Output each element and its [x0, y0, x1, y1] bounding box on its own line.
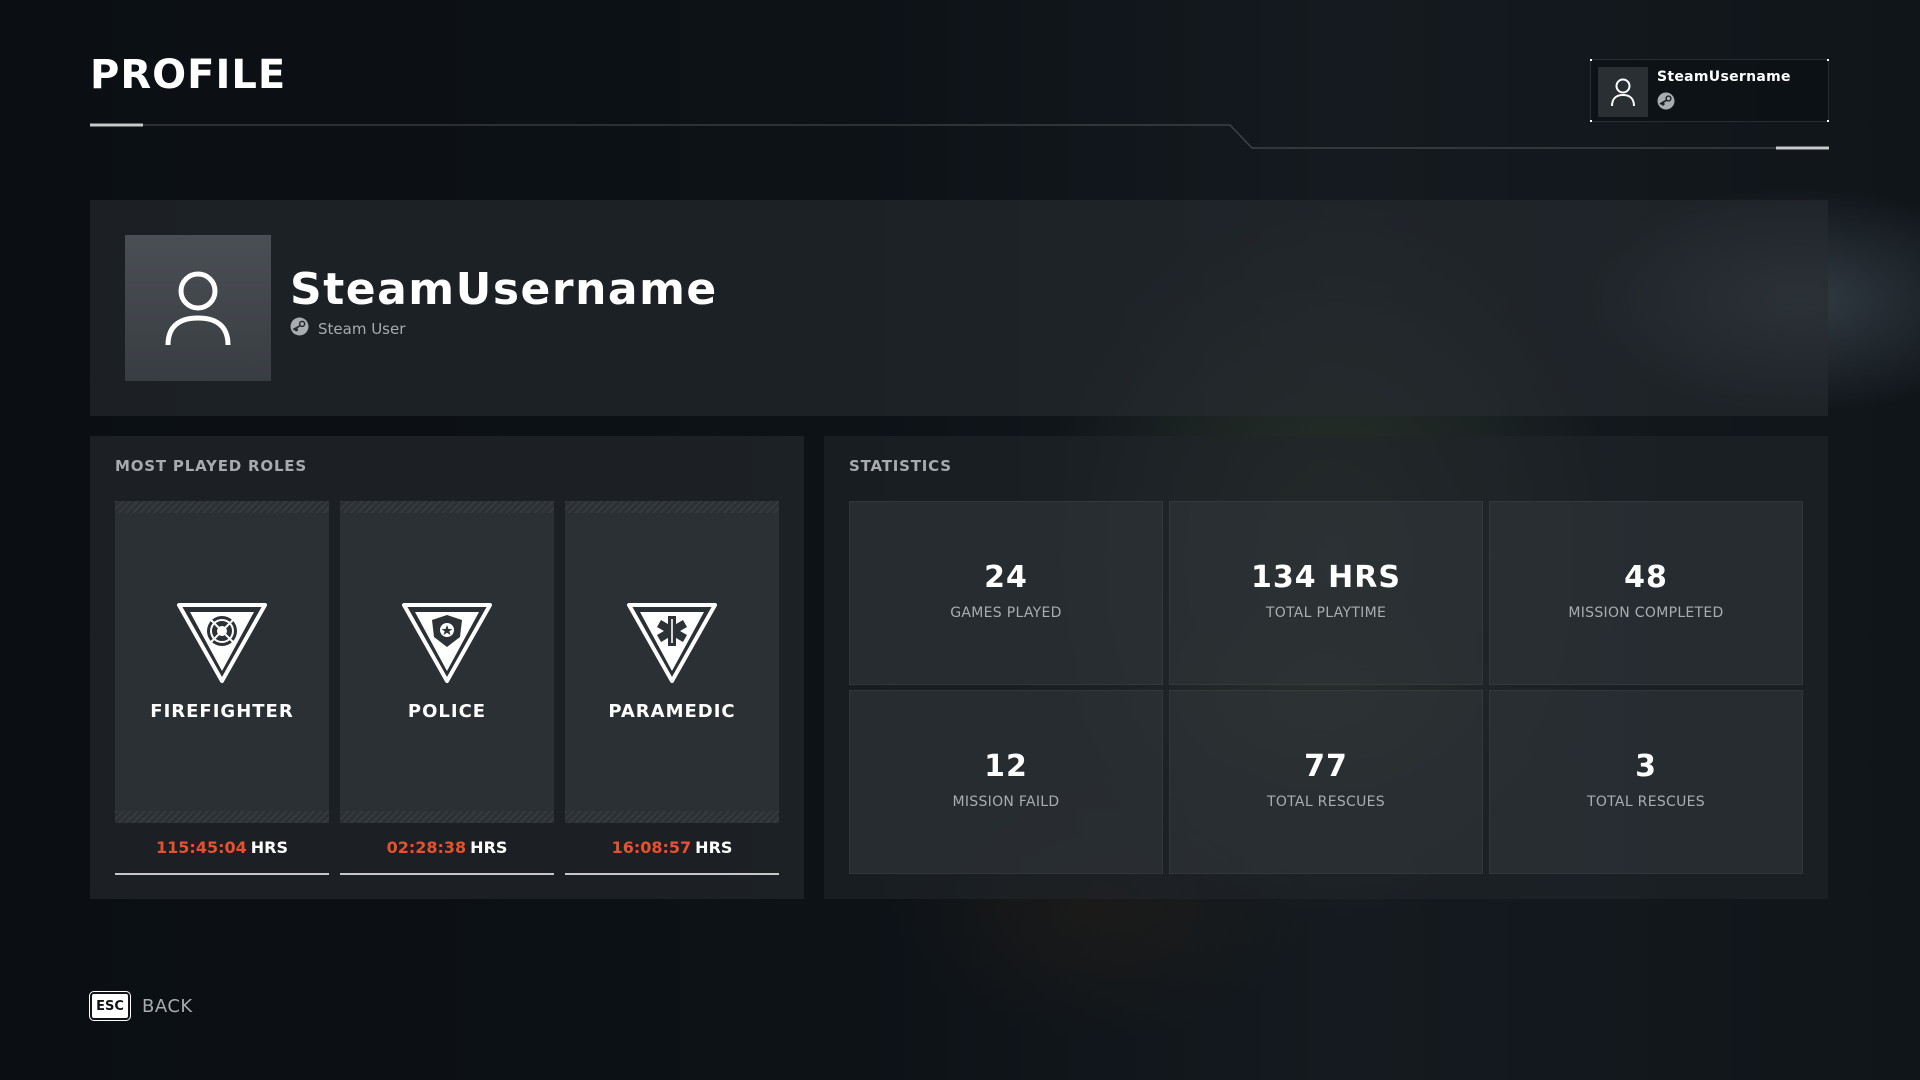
role-underline: [565, 873, 779, 875]
profile-avatar-icon: [125, 235, 271, 381]
role-time-value: 02:28:38: [386, 838, 467, 857]
stat-mission-failed: 12 MISSION FAILD: [849, 690, 1163, 874]
role-time-unit: HRS: [470, 838, 508, 857]
user-chip-name: SteamUsername: [1657, 69, 1791, 85]
role-underline: [340, 873, 554, 875]
role-time-police: 02:28:38 HRS: [340, 838, 554, 857]
stat-value: 12: [984, 749, 1028, 784]
profile-platform: Steam User: [290, 317, 405, 340]
stat-value: 134 HRS: [1251, 560, 1401, 595]
stat-value: 48: [1624, 560, 1668, 595]
page-title: PROFILE: [90, 52, 287, 98]
steam-icon: [1657, 92, 1675, 114]
steam-icon: [290, 317, 309, 340]
back-label: BACK: [142, 995, 193, 1017]
role-name: POLICE: [407, 701, 487, 722]
role-card-paramedic[interactable]: PARAMEDIC: [565, 501, 779, 823]
statistics-panel: STATISTICS 24 GAMES PLAYED 134 HRS TOTAL…: [824, 436, 1828, 899]
stat-label: TOTAL RESCUES: [1267, 794, 1385, 810]
role-time-paramedic: 16:08:57 HRS: [565, 838, 779, 857]
user-chip[interactable]: SteamUsername: [1590, 59, 1829, 122]
stat-label: TOTAL PLAYTIME: [1265, 605, 1387, 621]
role-name: FIREFIGHTER: [150, 701, 294, 722]
role-time-firefighter: 115:45:04 HRS: [115, 838, 329, 857]
firefighter-badge-icon: [177, 603, 267, 683]
police-badge-icon: [402, 603, 492, 683]
user-avatar-icon: [1598, 67, 1648, 117]
most-played-roles-panel: MOST PLAYED ROLES FIREFIGHTER 115:45:04 H…: [90, 436, 804, 899]
stat-value: 3: [1635, 749, 1657, 784]
role-time-value: 115:45:04: [156, 838, 247, 857]
role-card-firefighter[interactable]: FIREFIGHTER: [115, 501, 329, 823]
profile-username: SteamUsername: [290, 264, 718, 315]
role-time-unit: HRS: [695, 838, 733, 857]
stat-total-rescues: 77 TOTAL RESCUES: [1169, 690, 1483, 874]
stat-mission-completed: 48 MISSION COMPLETED: [1489, 501, 1803, 685]
stat-games-played: 24 GAMES PLAYED: [849, 501, 1163, 685]
stat-label: MISSION COMPLETED: [1568, 605, 1724, 621]
paramedic-star-of-life-icon: [627, 603, 717, 683]
role-underline: [115, 873, 329, 875]
role-card-police[interactable]: POLICE: [340, 501, 554, 823]
stat-value: 77: [1304, 749, 1348, 784]
stat-label: MISSION FAILD: [952, 794, 1060, 810]
roles-section-label: MOST PLAYED ROLES: [115, 457, 307, 475]
esc-key-icon: ESC: [90, 992, 130, 1020]
stat-label: GAMES PLAYED: [950, 605, 1062, 621]
role-name: PARAMEDIC: [608, 701, 736, 722]
profile-panel: SteamUsername Steam User: [90, 200, 1828, 416]
statistics-section-label: STATISTICS: [849, 457, 952, 475]
role-time-value: 16:08:57: [611, 838, 692, 857]
stat-total-playtime: 134 HRS TOTAL PLAYTIME: [1169, 501, 1483, 685]
stat-value: 24: [984, 560, 1028, 595]
role-time-unit: HRS: [250, 838, 288, 857]
back-button[interactable]: ESC BACK: [90, 992, 193, 1020]
stat-label: TOTAL RESCUES: [1587, 794, 1705, 810]
platform-label: Steam User: [318, 319, 406, 338]
stat-total-rescues-2: 3 TOTAL RESCUES: [1489, 690, 1803, 874]
